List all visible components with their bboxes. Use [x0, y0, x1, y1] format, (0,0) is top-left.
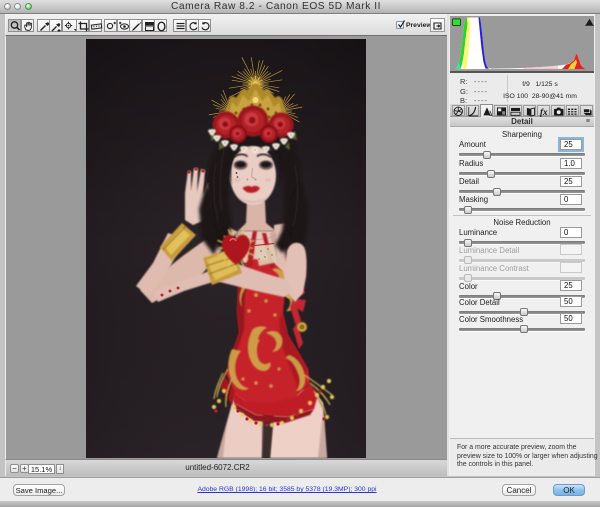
- svg-text:fx: fx: [540, 107, 548, 117]
